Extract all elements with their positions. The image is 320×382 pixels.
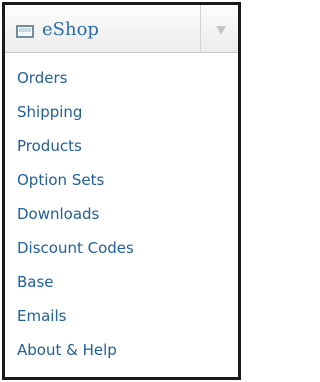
menu-link-base[interactable]: Base (17, 273, 54, 291)
menu-link-emails[interactable]: Emails (17, 307, 66, 325)
menu-item-orders: Orders (5, 61, 238, 95)
menu-item-downloads: Downloads (5, 197, 238, 231)
menu-item-about-help: About & Help (5, 333, 238, 367)
menu-link-downloads[interactable]: Downloads (17, 205, 99, 223)
menu-link-about-help[interactable]: About & Help (17, 341, 117, 359)
menu-link-shipping[interactable]: Shipping (17, 103, 82, 121)
menu-item-emails: Emails (5, 299, 238, 333)
menu-item-products: Products (5, 129, 238, 163)
menu-item-shipping: Shipping (5, 95, 238, 129)
menu-item-discount-codes: Discount Codes (5, 231, 238, 265)
menu-link-option-sets[interactable]: Option Sets (17, 171, 104, 189)
collapse-toggle-button[interactable] (201, 5, 238, 52)
eshop-menu: Orders Shipping Products Option Sets Dow… (5, 61, 238, 367)
menu-link-orders[interactable]: Orders (17, 69, 67, 87)
menu-item-option-sets: Option Sets (5, 163, 238, 197)
menu-link-products[interactable]: Products (17, 137, 82, 155)
panel-header[interactable]: eShop (5, 5, 238, 53)
eshop-panel: eShop Orders Shipping Products Option Se… (2, 2, 241, 380)
chevron-down-icon (216, 26, 226, 35)
panel-title: eShop (42, 19, 99, 40)
menu-item-base: Base (5, 265, 238, 299)
window-icon (16, 25, 34, 38)
menu-link-discount-codes[interactable]: Discount Codes (17, 239, 134, 257)
